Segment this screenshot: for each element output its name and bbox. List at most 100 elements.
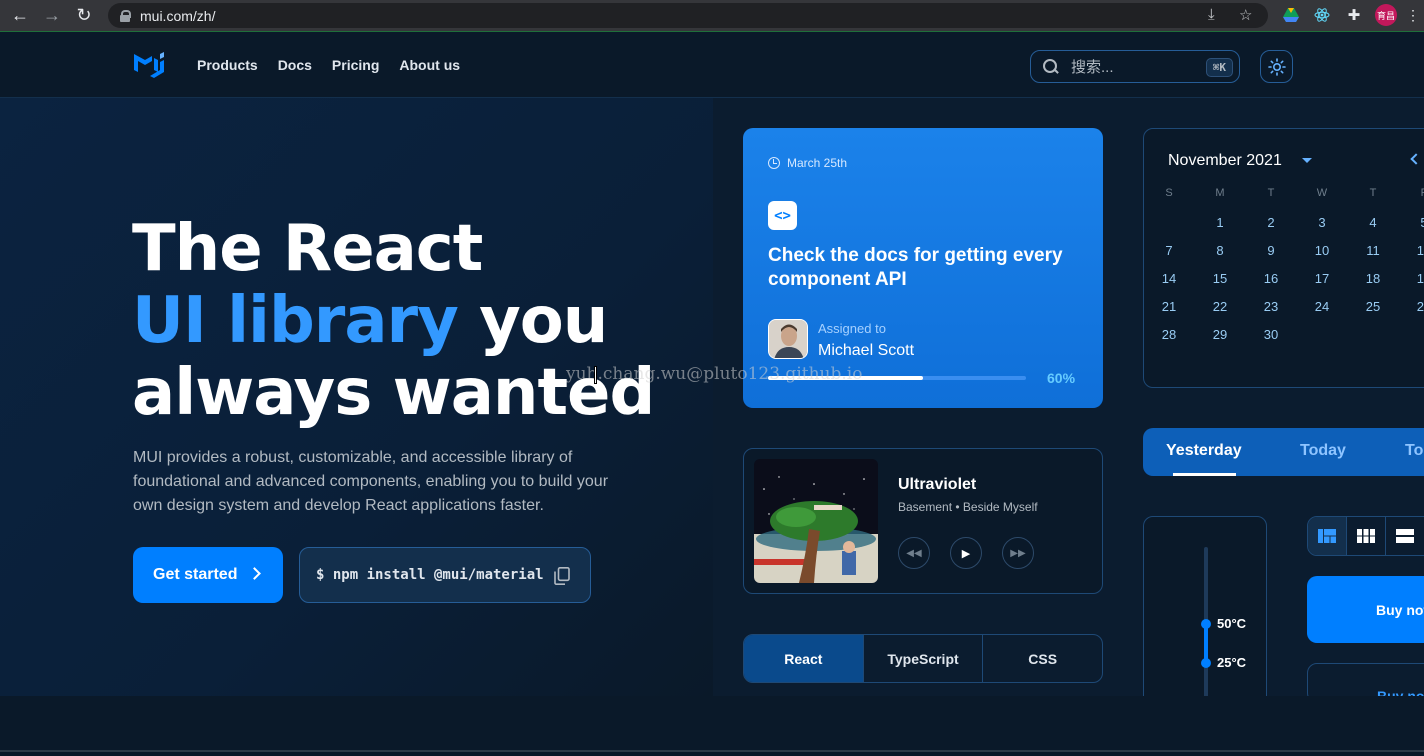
chevron-left-icon[interactable] [1410,153,1422,165]
reload-icon[interactable]: ↻ [72,4,96,28]
song-title: Ultraviolet [898,476,977,493]
nav-products[interactable]: Products [197,57,258,73]
calendar-weekday: F [1420,187,1424,199]
headline-line1: The React [132,212,483,286]
calendar-weekday: T [1267,187,1275,199]
forward-icon[interactable]: → [40,4,64,28]
view-module-icon [1357,529,1375,543]
lock-icon [120,9,131,22]
menu-kebab-icon[interactable]: ⋮ [1404,6,1422,24]
chevron-right-icon [248,567,261,580]
task-progress-text: 60% [1047,370,1076,386]
album-cover [754,459,878,583]
address-bar[interactable]: mui.com/zh/ ⤓ ☆ [108,3,1268,28]
calendar-day[interactable]: 11 [1353,243,1393,258]
music-player-card: Ultraviolet Basement • Beside Myself ◀◀ … [743,448,1103,594]
calendar-day[interactable]: 22 [1200,299,1240,314]
rewind-icon: ◀◀ [906,547,922,559]
bookmark-star-icon[interactable]: ☆ [1239,6,1252,24]
day-tabs: Yesterday Today To [1143,428,1424,476]
buy-now-button[interactable]: Buy now [1307,576,1424,643]
calendar-day[interactable]: 24 [1302,299,1342,314]
get-started-button[interactable]: Get started [133,547,283,603]
headline-line2-rest: you [457,284,608,358]
tab-tomorrow[interactable]: To [1405,442,1423,460]
download-icon[interactable]: ⤓ [1208,6,1215,23]
calendar-day[interactable]: 14 [1149,271,1189,286]
watermark-text: yuh.chang.wu@pluto123.github.io [566,364,863,384]
react-devtools-icon[interactable] [1313,6,1331,24]
view-grid-button[interactable] [1347,517,1386,555]
site-header: Products Docs Pricing About us 搜索... ⌘K [0,33,1424,98]
calendar-day[interactable]: 12 [1404,243,1424,258]
rewind-button[interactable]: ◀◀ [898,537,930,569]
page-bottom [0,696,1424,756]
song-subtitle: Basement • Beside Myself [898,500,1038,514]
view-stream-button[interactable] [1386,517,1424,555]
calendar-weekday: M [1215,187,1225,199]
play-button[interactable]: ▶ [950,537,982,569]
mui-logo[interactable] [134,50,168,80]
nav-about[interactable]: About us [399,57,460,73]
calendar-day[interactable]: 2 [1251,215,1291,230]
language-toggle-group: React TypeScript CSS [743,634,1103,683]
calendar-day[interactable]: 26 [1404,299,1424,314]
calendar-day[interactable]: 18 [1353,271,1393,286]
task-title: Check the docs for getting every compone… [768,245,1063,290]
calendar-day[interactable]: 10 [1302,243,1342,258]
calendar-day[interactable]: 9 [1251,243,1291,258]
profile-avatar[interactable]: 育昌 [1375,4,1397,26]
back-icon[interactable]: ← [8,4,32,28]
calendar-day[interactable]: 17 [1302,271,1342,286]
copy-icon[interactable] [554,567,570,585]
slider-thumb-upper[interactable] [1201,619,1211,629]
fast-forward-button[interactable]: ▶▶ [1002,537,1034,569]
tab-yesterday[interactable]: Yesterday [1166,442,1242,460]
date-picker-calendar: November 2021 SMTWTF12345789101112141516… [1143,128,1424,388]
text-cursor [594,366,597,384]
calendar-day[interactable]: 23 [1251,299,1291,314]
assignee-avatar [768,319,808,359]
search-button[interactable]: 搜索... ⌘K [1030,50,1240,83]
calendar-day[interactable]: 5 [1404,215,1424,230]
calendar-day[interactable]: 1 [1200,215,1240,230]
calendar-day[interactable]: 7 [1149,243,1189,258]
calendar-day[interactable]: 21 [1149,299,1189,314]
fast-forward-icon: ▶▶ [1010,547,1026,559]
calendar-day[interactable]: 4 [1353,215,1393,230]
calendar-month-title[interactable]: November 2021 [1168,152,1282,170]
caret-down-icon[interactable] [1302,158,1312,163]
main-nav: Products Docs Pricing About us [197,57,460,73]
calendar-day[interactable]: 29 [1200,327,1240,342]
calendar-day[interactable]: 8 [1200,243,1240,258]
npm-install-button[interactable]: $ npm install @mui/material [299,547,591,603]
calendar-weekday: T [1369,187,1377,199]
calendar-day[interactable]: 28 [1149,327,1189,342]
calendar-weekday: W [1316,187,1328,199]
slider-thumb-lower[interactable] [1201,658,1211,668]
toggle-typescript[interactable]: TypeScript [864,635,984,682]
nav-docs[interactable]: Docs [278,57,312,73]
drive-extension-icon[interactable] [1282,6,1300,24]
extensions-puzzle-icon[interactable]: ✚ [1345,6,1363,24]
headline-highlight: UI library [132,284,459,358]
calendar-day[interactable]: 19 [1404,271,1424,286]
calendar-day[interactable]: 16 [1251,271,1291,286]
calendar-day[interactable]: 30 [1251,327,1291,342]
temperature-slider-card: 50°C 25°C [1143,516,1267,707]
theme-toggle-button[interactable] [1260,50,1293,83]
nav-pricing[interactable]: Pricing [332,57,379,73]
hero-description: MUI provides a robust, customizable, and… [133,449,609,514]
play-icon: ▶ [961,547,971,560]
task-date: March 25th [768,156,847,170]
view-quilt-button[interactable] [1308,517,1347,555]
tab-today[interactable]: Today [1300,442,1346,460]
calendar-day[interactable]: 25 [1353,299,1393,314]
search-shortcut: ⌘K [1205,58,1233,77]
slider-lower-label: 25°C [1217,655,1247,670]
view-stream-icon [1396,529,1414,543]
toggle-css[interactable]: CSS [983,635,1102,682]
toggle-react[interactable]: React [744,635,864,682]
calendar-day[interactable]: 15 [1200,271,1240,286]
calendar-day[interactable]: 3 [1302,215,1342,230]
